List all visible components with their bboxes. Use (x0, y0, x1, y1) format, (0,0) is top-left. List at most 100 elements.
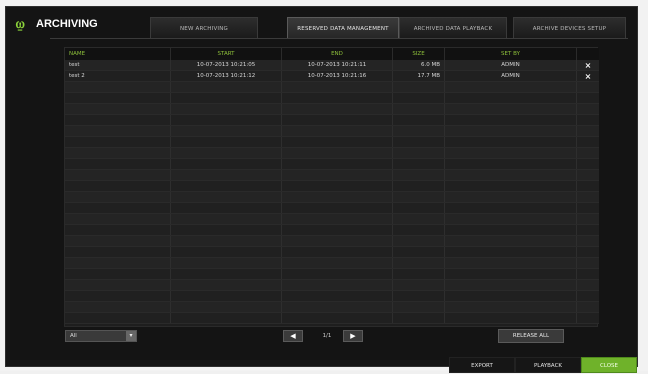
filter-select[interactable]: All ▾ (65, 330, 137, 342)
column-header-end[interactable]: END (282, 48, 393, 60)
filter-value: All (70, 333, 77, 339)
row-size (393, 137, 445, 147)
row-start (171, 214, 282, 224)
row-set-by (445, 214, 577, 224)
row-delete-cell (577, 137, 599, 147)
tab-reserved-data-management[interactable]: RESERVED DATA MANAGEMENT (287, 17, 399, 39)
previous-page-button[interactable]: ◀ (283, 330, 303, 342)
table-row-empty (65, 137, 599, 148)
table-row-empty (65, 214, 599, 225)
row-name (65, 170, 171, 180)
row-start (171, 258, 282, 268)
row-size (393, 269, 445, 279)
row-start (171, 137, 282, 147)
row-end (282, 159, 393, 169)
table-row[interactable]: test 10-07-2013 10:21:05 10-07-2013 10:2… (65, 60, 599, 71)
row-delete-cell (577, 269, 599, 279)
row-set-by (445, 148, 577, 158)
table-row-empty (65, 269, 599, 280)
row-size (393, 104, 445, 114)
column-header-name[interactable]: NAME (65, 48, 171, 60)
row-end (282, 181, 393, 191)
row-start (171, 148, 282, 158)
row-delete-cell (577, 115, 599, 125)
row-size (393, 225, 445, 235)
table-row-empty (65, 258, 599, 269)
row-name: test (65, 60, 171, 70)
app-logo-icon: ⍹ (16, 16, 25, 32)
table-row[interactable]: test 2 10-07-2013 10:21:12 10-07-2013 10… (65, 71, 599, 82)
row-end (282, 225, 393, 235)
row-name (65, 280, 171, 290)
column-header-size[interactable]: SIZE (393, 48, 445, 60)
row-start (171, 82, 282, 92)
next-page-button[interactable]: ▶ (343, 330, 363, 342)
row-delete-cell (577, 214, 599, 224)
row-size (393, 258, 445, 268)
row-end: 10-07-2013 10:21:16 (282, 71, 393, 81)
window-title: ARCHIVING (36, 18, 98, 30)
row-name (65, 137, 171, 147)
row-delete-cell (577, 148, 599, 158)
tab-archive-devices-setup[interactable]: ARCHIVE DEVICES SETUP (513, 17, 626, 39)
chevron-down-icon[interactable]: ▾ (126, 331, 136, 341)
row-set-by (445, 192, 577, 202)
table-row-empty (65, 148, 599, 159)
row-size (393, 115, 445, 125)
row-end (282, 269, 393, 279)
row-size: 6.0 MB (393, 60, 445, 70)
row-size (393, 313, 445, 323)
row-set-by (445, 104, 577, 114)
row-set-by (445, 302, 577, 312)
row-delete-cell (577, 225, 599, 235)
row-name (65, 225, 171, 235)
row-end (282, 126, 393, 136)
table-row-empty (65, 247, 599, 258)
row-set-by: ADMIN (445, 71, 577, 81)
table-row-empty (65, 181, 599, 192)
row-name: test 2 (65, 71, 171, 81)
row-set-by (445, 159, 577, 169)
row-delete-cell (577, 82, 599, 92)
row-end (282, 137, 393, 147)
row-start (171, 159, 282, 169)
release-all-button[interactable]: RELEASE ALL (498, 329, 564, 343)
column-header-set-by[interactable]: SET BY (445, 48, 577, 60)
table-row-empty (65, 82, 599, 93)
row-set-by (445, 225, 577, 235)
row-start (171, 291, 282, 301)
row-end (282, 236, 393, 246)
row-start (171, 93, 282, 103)
row-name (65, 181, 171, 191)
row-delete-cell (577, 203, 599, 213)
tab-archived-data-playback[interactable]: ARCHIVED DATA PLAYBACK (399, 17, 507, 39)
delete-icon[interactable]: × (584, 72, 593, 81)
row-name (65, 104, 171, 114)
column-header-start[interactable]: START (171, 48, 282, 60)
row-end (282, 302, 393, 312)
row-end (282, 247, 393, 257)
row-end (282, 104, 393, 114)
row-start (171, 192, 282, 202)
row-start (171, 269, 282, 279)
reserved-data-table: NAME START END SIZE SET BY test 10-07-20… (64, 47, 599, 327)
row-set-by (445, 115, 577, 125)
tab-new-archiving[interactable]: NEW ARCHIVING (150, 17, 258, 39)
delete-icon[interactable]: × (584, 61, 593, 70)
column-header-delete (577, 48, 599, 60)
row-size (393, 192, 445, 202)
row-set-by (445, 291, 577, 301)
row-set-by (445, 269, 577, 279)
row-name (65, 126, 171, 136)
row-size (393, 203, 445, 213)
table-row-empty (65, 159, 599, 170)
table-row-empty (65, 170, 599, 181)
row-name (65, 203, 171, 213)
row-delete-cell (577, 93, 599, 103)
row-size (393, 280, 445, 290)
table-header: NAME START END SIZE SET BY (65, 48, 599, 60)
row-set-by (445, 181, 577, 191)
row-size (393, 181, 445, 191)
row-delete-cell (577, 126, 599, 136)
row-end (282, 280, 393, 290)
